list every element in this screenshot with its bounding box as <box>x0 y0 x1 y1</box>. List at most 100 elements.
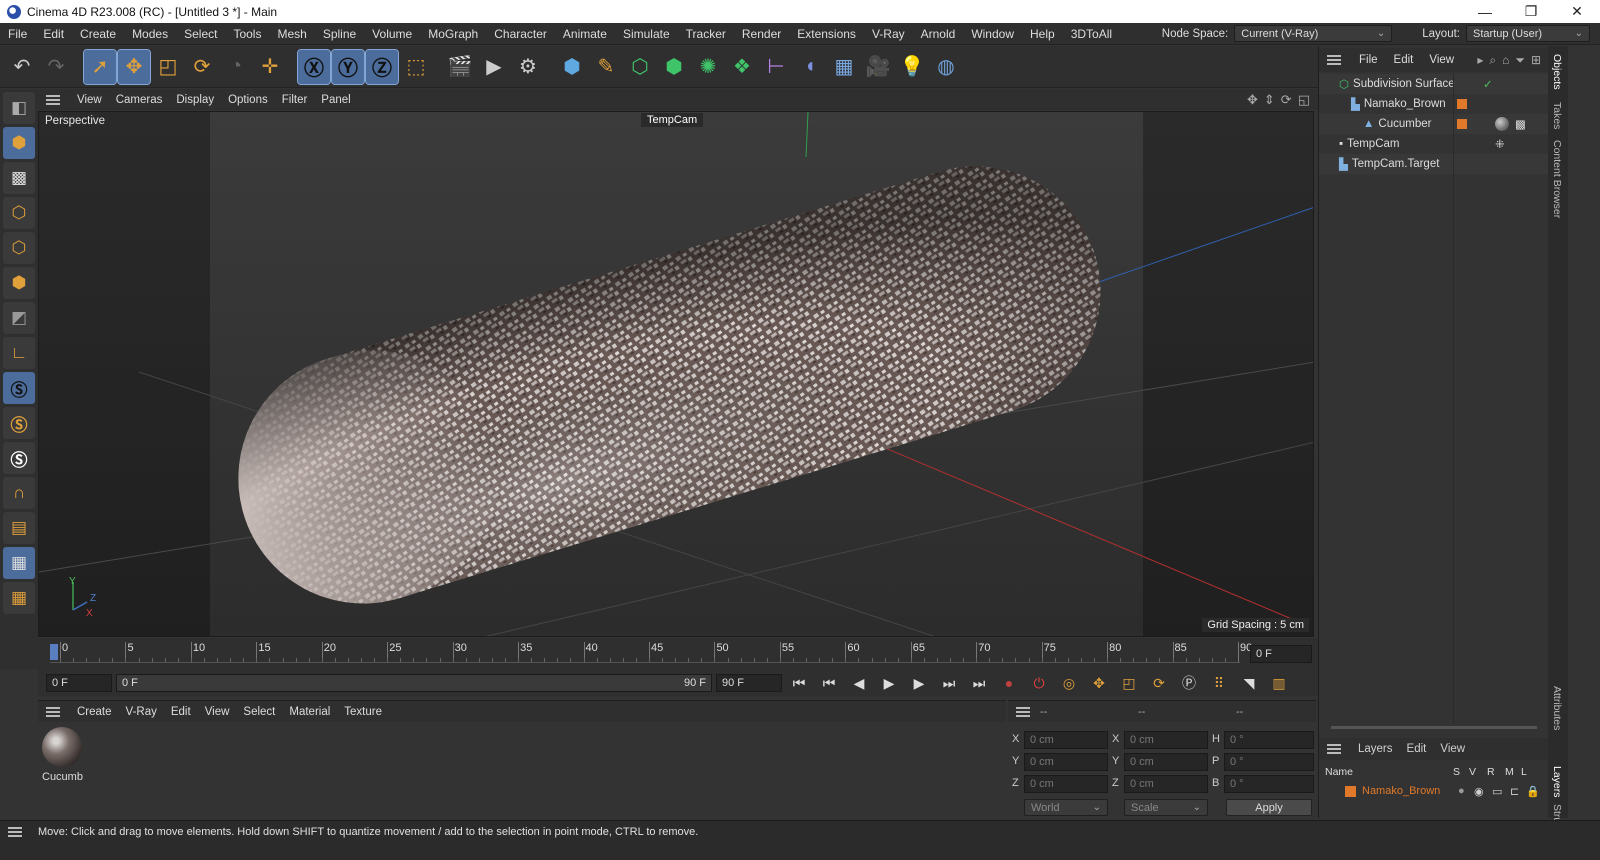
menu-mograph[interactable]: MoGraph <box>420 27 486 41</box>
x-axis-lock-button[interactable]: Ⓧ <box>297 48 331 85</box>
model-mode-button[interactable]: ⬢ <box>3 127 35 159</box>
python-button[interactable]: ◍ <box>930 50 962 84</box>
material-menu-edit[interactable]: Edit <box>164 706 198 718</box>
camera-button[interactable]: 🎥 <box>862 50 894 84</box>
snap-settings-button[interactable]: Ⓢ <box>3 407 35 439</box>
status-menu-icon[interactable] <box>8 827 22 837</box>
viewport-menu-icon[interactable] <box>46 94 60 105</box>
menu-arnold[interactable]: Arnold <box>913 27 964 41</box>
go-to-start-button[interactable]: ⏮ <box>786 672 812 694</box>
light-button[interactable]: 💡 <box>896 50 928 84</box>
tab-takes[interactable]: Takes <box>1551 102 1563 129</box>
material-swatch[interactable] <box>42 727 82 767</box>
uv-mode-button[interactable]: ◩ <box>3 302 35 334</box>
cube-primitive-button[interactable]: ⬢ <box>556 50 588 84</box>
layer-menu-edit[interactable]: Edit <box>1400 743 1434 755</box>
record-parameter-button[interactable]: Ⓟ <box>1176 672 1202 694</box>
layer-solo-icon[interactable]: ● <box>1458 785 1474 797</box>
layer-manager-icon[interactable]: ⊏ <box>1510 785 1526 798</box>
make-editable-button[interactable]: ◧ <box>3 92 35 124</box>
material-menu-view[interactable]: View <box>198 706 237 718</box>
previous-frame-button[interactable]: ◀ <box>846 672 872 694</box>
menu-edit[interactable]: Edit <box>35 27 72 41</box>
object-row-subdivision-surface[interactable]: ⬡ Subdivision Surface ✓ <box>1319 74 1549 94</box>
menu-mesh[interactable]: Mesh <box>269 27 314 41</box>
layer-menu-layers[interactable]: Layers <box>1351 743 1400 755</box>
menu-tools[interactable]: Tools <box>225 27 269 41</box>
viewport-menu-panel[interactable]: Panel <box>314 94 357 106</box>
object-search-icon[interactable]: ⌕ <box>1489 53 1496 68</box>
autokey-button[interactable]: ⏻ <box>1026 672 1052 694</box>
coordinates-menu-icon[interactable] <box>1016 706 1030 717</box>
menu-animate[interactable]: Animate <box>555 27 615 41</box>
menu-select[interactable]: Select <box>176 27 225 41</box>
floor-button[interactable]: ▦ <box>828 50 860 84</box>
start-frame-field[interactable]: 0 F <box>46 674 112 692</box>
menu-3dtoall[interactable]: 3DToAll <box>1063 27 1120 41</box>
timeline-ruler[interactable]: 0 5 10 15 20 25 30 35 40 45 50 55 60 65 70 75 80 85 90 0 F <box>38 638 1318 670</box>
tab-objects[interactable]: Objects <box>1551 54 1563 90</box>
viewport-maximize-icon[interactable]: ◱ <box>1298 92 1310 108</box>
workplane-button[interactable]: ▤ <box>3 512 35 544</box>
object-menu-view[interactable]: View <box>1421 54 1462 66</box>
perspective-viewport[interactable]: Y Z X Perspective TempCam Grid Spacing :… <box>38 111 1314 637</box>
keyframe-selection-button[interactable]: ◎ <box>1056 672 1082 694</box>
menu-file[interactable]: File <box>0 27 35 41</box>
material-tag-icon[interactable] <box>1495 117 1509 131</box>
transform-tool-button[interactable]: ✛ <box>254 50 286 84</box>
menu-vray[interactable]: V-Ray <box>864 27 913 41</box>
polygon-mode-button[interactable]: ⬢ <box>3 267 35 299</box>
locked-workplane-button[interactable]: ▦ <box>3 547 35 579</box>
select-tool-button[interactable]: ➚ <box>83 48 117 85</box>
cloner-button[interactable]: ✺ <box>692 50 724 84</box>
object-menu-edit[interactable]: Edit <box>1386 54 1422 66</box>
record-position-button[interactable]: ✥ <box>1086 672 1112 694</box>
layer-visible-icon[interactable]: ◉ <box>1474 785 1492 798</box>
quantize-button[interactable]: Ⓢ <box>3 442 35 474</box>
uvw-tag-icon[interactable]: ▩ <box>1515 117 1526 131</box>
material-menu-material[interactable]: Material <box>282 706 337 718</box>
coord-value-field[interactable]: 0 ° <box>1224 753 1314 771</box>
layer-menu-icon[interactable] <box>1327 744 1341 754</box>
undo-button[interactable]: ↶ <box>6 50 38 84</box>
pen-tool-button[interactable]: ✎ <box>590 50 622 84</box>
layer-lock-icon[interactable]: 🔒 <box>1526 785 1540 798</box>
object-more-icon[interactable]: ▸ <box>1477 53 1483 68</box>
viewport-pan-icon[interactable]: ✥ <box>1247 92 1258 108</box>
next-frame-button[interactable]: ▶ <box>906 672 932 694</box>
timeline-window-button[interactable]: ▥ <box>1266 672 1292 694</box>
field-button[interactable]: ◖ <box>794 50 826 84</box>
viewport-menu-filter[interactable]: Filter <box>275 94 315 106</box>
viewport-menu-cameras[interactable]: Cameras <box>109 94 170 106</box>
menu-simulate[interactable]: Simulate <box>615 27 678 41</box>
coord-value-field[interactable]: 0 ° <box>1224 775 1314 793</box>
coordinate-system-button[interactable]: ⬚ <box>400 50 432 84</box>
object-new-window-icon[interactable]: ⊞ <box>1531 53 1541 68</box>
menu-render[interactable]: Render <box>734 27 789 41</box>
record-scale-button[interactable]: ◰ <box>1116 672 1142 694</box>
snap-button[interactable]: Ⓢ <box>3 372 35 404</box>
restore-button[interactable]: ❐ <box>1508 3 1554 20</box>
coord-value-field[interactable]: 0 cm <box>1024 775 1108 793</box>
cucumber-model[interactable] <box>207 135 1131 634</box>
material-name[interactable]: Cucumb <box>42 771 83 783</box>
viewport-menu-view[interactable]: View <box>70 94 109 106</box>
current-frame-field[interactable]: 0 F <box>1250 645 1312 663</box>
recent-tool-button[interactable]: ◔ <box>220 50 252 84</box>
timeline-motion-button[interactable]: ◥ <box>1236 672 1262 694</box>
rotate-tool-button[interactable]: ⟳ <box>186 50 218 84</box>
object-menu-icon[interactable] <box>1327 55 1341 65</box>
material-menu-create[interactable]: Create <box>70 706 119 718</box>
coordinate-space-dropdown[interactable]: World <box>1024 799 1108 816</box>
apply-button[interactable]: Apply <box>1226 799 1312 816</box>
object-row-namako-brown[interactable]: ▙ Namako_Brown <box>1319 94 1549 114</box>
menu-tracker[interactable]: Tracker <box>678 27 734 41</box>
coord-value-field[interactable]: 0 cm <box>1124 753 1208 771</box>
layer-menu-view[interactable]: View <box>1433 743 1472 755</box>
menu-create[interactable]: Create <box>72 27 124 41</box>
redo-button[interactable]: ↷ <box>40 50 72 84</box>
menu-volume[interactable]: Volume <box>364 27 420 41</box>
planar-workplane-button[interactable]: ▦ <box>3 582 35 614</box>
coord-value-field[interactable]: 0 cm <box>1124 731 1208 749</box>
object-row-tempcam[interactable]: ▪ TempCam ⁜ <box>1319 134 1549 154</box>
